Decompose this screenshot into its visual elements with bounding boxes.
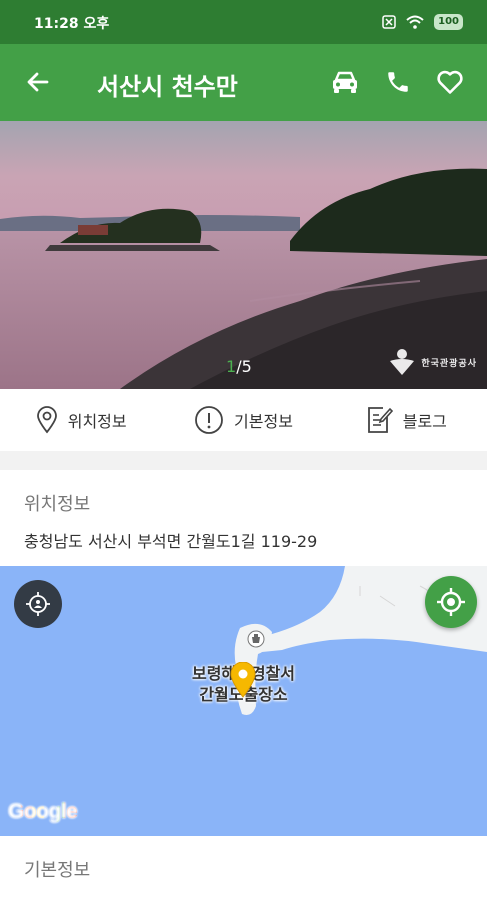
basic-section-title: 기본정보 <box>24 860 91 881</box>
favorite-button[interactable] <box>432 64 468 100</box>
person-location-icon <box>26 592 50 616</box>
app-bar: 서산시 천수만 <box>0 44 487 121</box>
call-button[interactable] <box>380 64 416 100</box>
location-section-title: 위치정보 <box>24 494 91 515</box>
back-button[interactable] <box>20 64 56 100</box>
edit-note-icon <box>367 407 393 433</box>
google-attribution-text: Google <box>8 800 78 823</box>
phone-icon <box>388 72 408 92</box>
page-title: 서산시 천수만 <box>97 73 238 101</box>
directions-car-button[interactable] <box>327 64 363 100</box>
status-time: 11:28 오후 <box>34 16 110 32</box>
status-icons: 100 <box>382 12 463 32</box>
tourism-org-logo: 한국관광공사 <box>387 347 477 377</box>
gallery-current-index: 1 <box>226 357 237 376</box>
address-text: 충청남도 서산시 부석면 간월도1길 119-29 <box>24 532 318 551</box>
tab-basic-info[interactable]: 기본정보 <box>162 389 324 451</box>
google-attribution-logo: Google <box>8 800 78 824</box>
recenter-location-fab[interactable] <box>425 576 477 628</box>
gallery-total: /5 <box>236 357 252 376</box>
tab-blog-label: 블로그 <box>402 412 447 431</box>
car-icon <box>333 71 357 93</box>
status-bar: 11:28 오후 100 <box>0 0 487 44</box>
photo-gallery[interactable]: 1 /5 한국관광공사 <box>0 121 487 389</box>
map-view[interactable]: 보령해양경찰서 간월도출장소 Google <box>0 566 487 836</box>
location-pin-icon <box>36 406 57 434</box>
wifi-icon <box>406 15 424 29</box>
tab-location-info[interactable]: 위치정보 <box>0 389 162 451</box>
info-tabs: 위치정보 기본정보 블로그 <box>0 389 487 451</box>
gps-target-icon <box>437 588 465 616</box>
tourism-logo-icon <box>390 349 415 375</box>
arrow-back-icon <box>27 72 49 92</box>
tab-location-label: 위치정보 <box>67 412 127 431</box>
my-location-button[interactable] <box>14 580 62 628</box>
info-exclamation-icon <box>195 406 223 434</box>
location-section: 위치정보 충청남도 서산시 부석면 간월도1길 119-29 <box>0 470 487 566</box>
tourism-logo-text: 한국관광공사 <box>421 358 477 369</box>
tab-basic-label: 기본정보 <box>234 412 293 431</box>
sim-card-icon <box>382 15 396 29</box>
heart-outline-icon <box>437 70 463 94</box>
tab-blog[interactable]: 블로그 <box>325 389 487 451</box>
battery-indicator: 100 <box>434 14 463 30</box>
gallery-counter: 1 /5 <box>226 357 252 376</box>
map-marker-icon[interactable] <box>230 662 256 698</box>
basic-info-section: 기본정보 <box>0 836 487 900</box>
police-station-icon <box>247 630 265 648</box>
